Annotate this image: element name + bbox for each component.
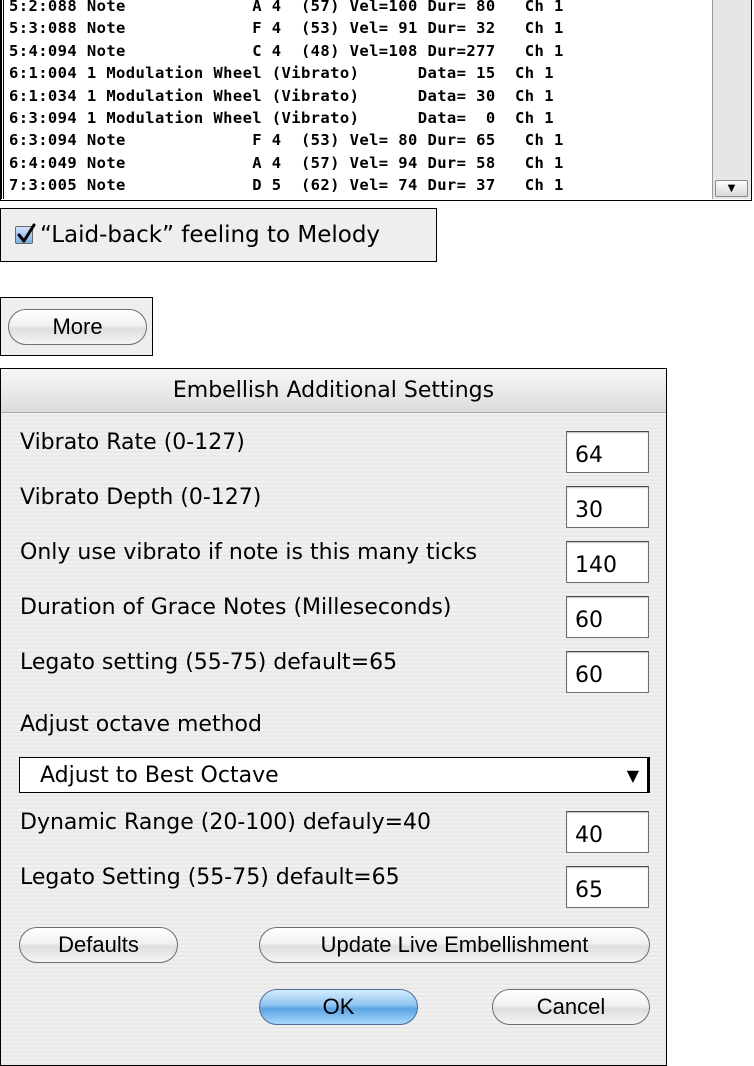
legato-setting-input[interactable] xyxy=(566,651,649,693)
cancel-button[interactable]: Cancel xyxy=(492,989,650,1025)
laidback-checkbox[interactable] xyxy=(15,223,36,244)
grace-duration-input[interactable] xyxy=(566,596,649,638)
vibrato-rate-label: Vibrato Rate (0-127) xyxy=(20,430,245,455)
event-row[interactable]: 6:3:094 Note F 4 (53) Vel= 80 Dur= 65 Ch… xyxy=(4,129,713,151)
event-row[interactable]: 5:3:088 Note F 4 (53) Vel= 91 Dur= 32 Ch… xyxy=(4,17,713,39)
event-list: 5:2:088 Note A 4 (57) Vel=100 Dur= 80 Ch… xyxy=(0,0,752,201)
ok-button[interactable]: OK xyxy=(259,989,418,1025)
vertical-scrollbar[interactable]: ▼ xyxy=(712,0,751,199)
dialog-title: Embellish Additional Settings xyxy=(1,369,666,413)
checkmark-icon xyxy=(17,223,36,243)
grace-duration-label: Duration of Grace Notes (Milleseconds) xyxy=(20,595,452,620)
event-row[interactable]: 5:2:088 Note A 4 (57) Vel=100 Dur= 80 Ch… xyxy=(4,0,713,17)
event-row[interactable]: 6:3:094 1 Modulation Wheel (Vibrato) Dat… xyxy=(4,107,713,129)
vibrato-rate-input[interactable] xyxy=(566,431,649,473)
scroll-down-arrow-icon[interactable]: ▼ xyxy=(715,180,748,197)
octave-method-value: Adjust to Best Octave xyxy=(40,762,279,788)
legato-setting-2-input[interactable] xyxy=(566,866,649,908)
laidback-checkbox-row[interactable]: “Laid-back” feeling to Melody xyxy=(0,208,437,262)
octave-method-label: Adjust octave method xyxy=(20,712,262,737)
defaults-button[interactable]: Defaults xyxy=(19,927,178,963)
update-live-embellishment-button[interactable]: Update Live Embellishment xyxy=(259,927,650,963)
legato-setting-2-label: Legato Setting (55-75) default=65 xyxy=(20,865,400,890)
event-row[interactable]: 6:4:049 Note A 4 (57) Vel= 94 Dur= 58 Ch… xyxy=(4,152,713,174)
more-button[interactable]: More xyxy=(8,309,147,345)
vibrato-ticks-input[interactable] xyxy=(566,541,649,583)
vibrato-ticks-label: Only use vibrato if note is this many ti… xyxy=(20,540,478,565)
dropdown-arrow-icon: ▼ xyxy=(626,766,639,785)
event-row[interactable]: 6:1:004 1 Modulation Wheel (Vibrato) Dat… xyxy=(4,62,713,84)
embellish-settings-dialog: Embellish Additional Settings Vibrato Ra… xyxy=(0,368,667,1066)
dynamic-range-input[interactable] xyxy=(566,811,649,853)
event-list-lines: 5:2:088 Note A 4 (57) Vel=100 Dur= 80 Ch… xyxy=(1,0,713,199)
event-row[interactable]: 6:1:034 1 Modulation Wheel (Vibrato) Dat… xyxy=(4,85,713,107)
laidback-label: “Laid-back” feeling to Melody xyxy=(40,222,381,248)
event-row[interactable]: 5:4:094 Note C 4 (48) Vel=108 Dur=277 Ch… xyxy=(4,40,713,62)
legato-setting-label: Legato setting (55-75) default=65 xyxy=(20,650,398,675)
octave-method-select[interactable]: Adjust to Best Octave ▼ xyxy=(19,757,650,793)
vibrato-depth-label: Vibrato Depth (0-127) xyxy=(20,485,262,510)
more-button-panel: More xyxy=(0,297,153,356)
event-row[interactable]: 7:3:005 Note D 5 (62) Vel= 74 Dur= 37 Ch… xyxy=(4,174,713,196)
vibrato-depth-input[interactable] xyxy=(566,486,649,528)
dynamic-range-label: Dynamic Range (20-100) defauly=40 xyxy=(20,810,432,835)
